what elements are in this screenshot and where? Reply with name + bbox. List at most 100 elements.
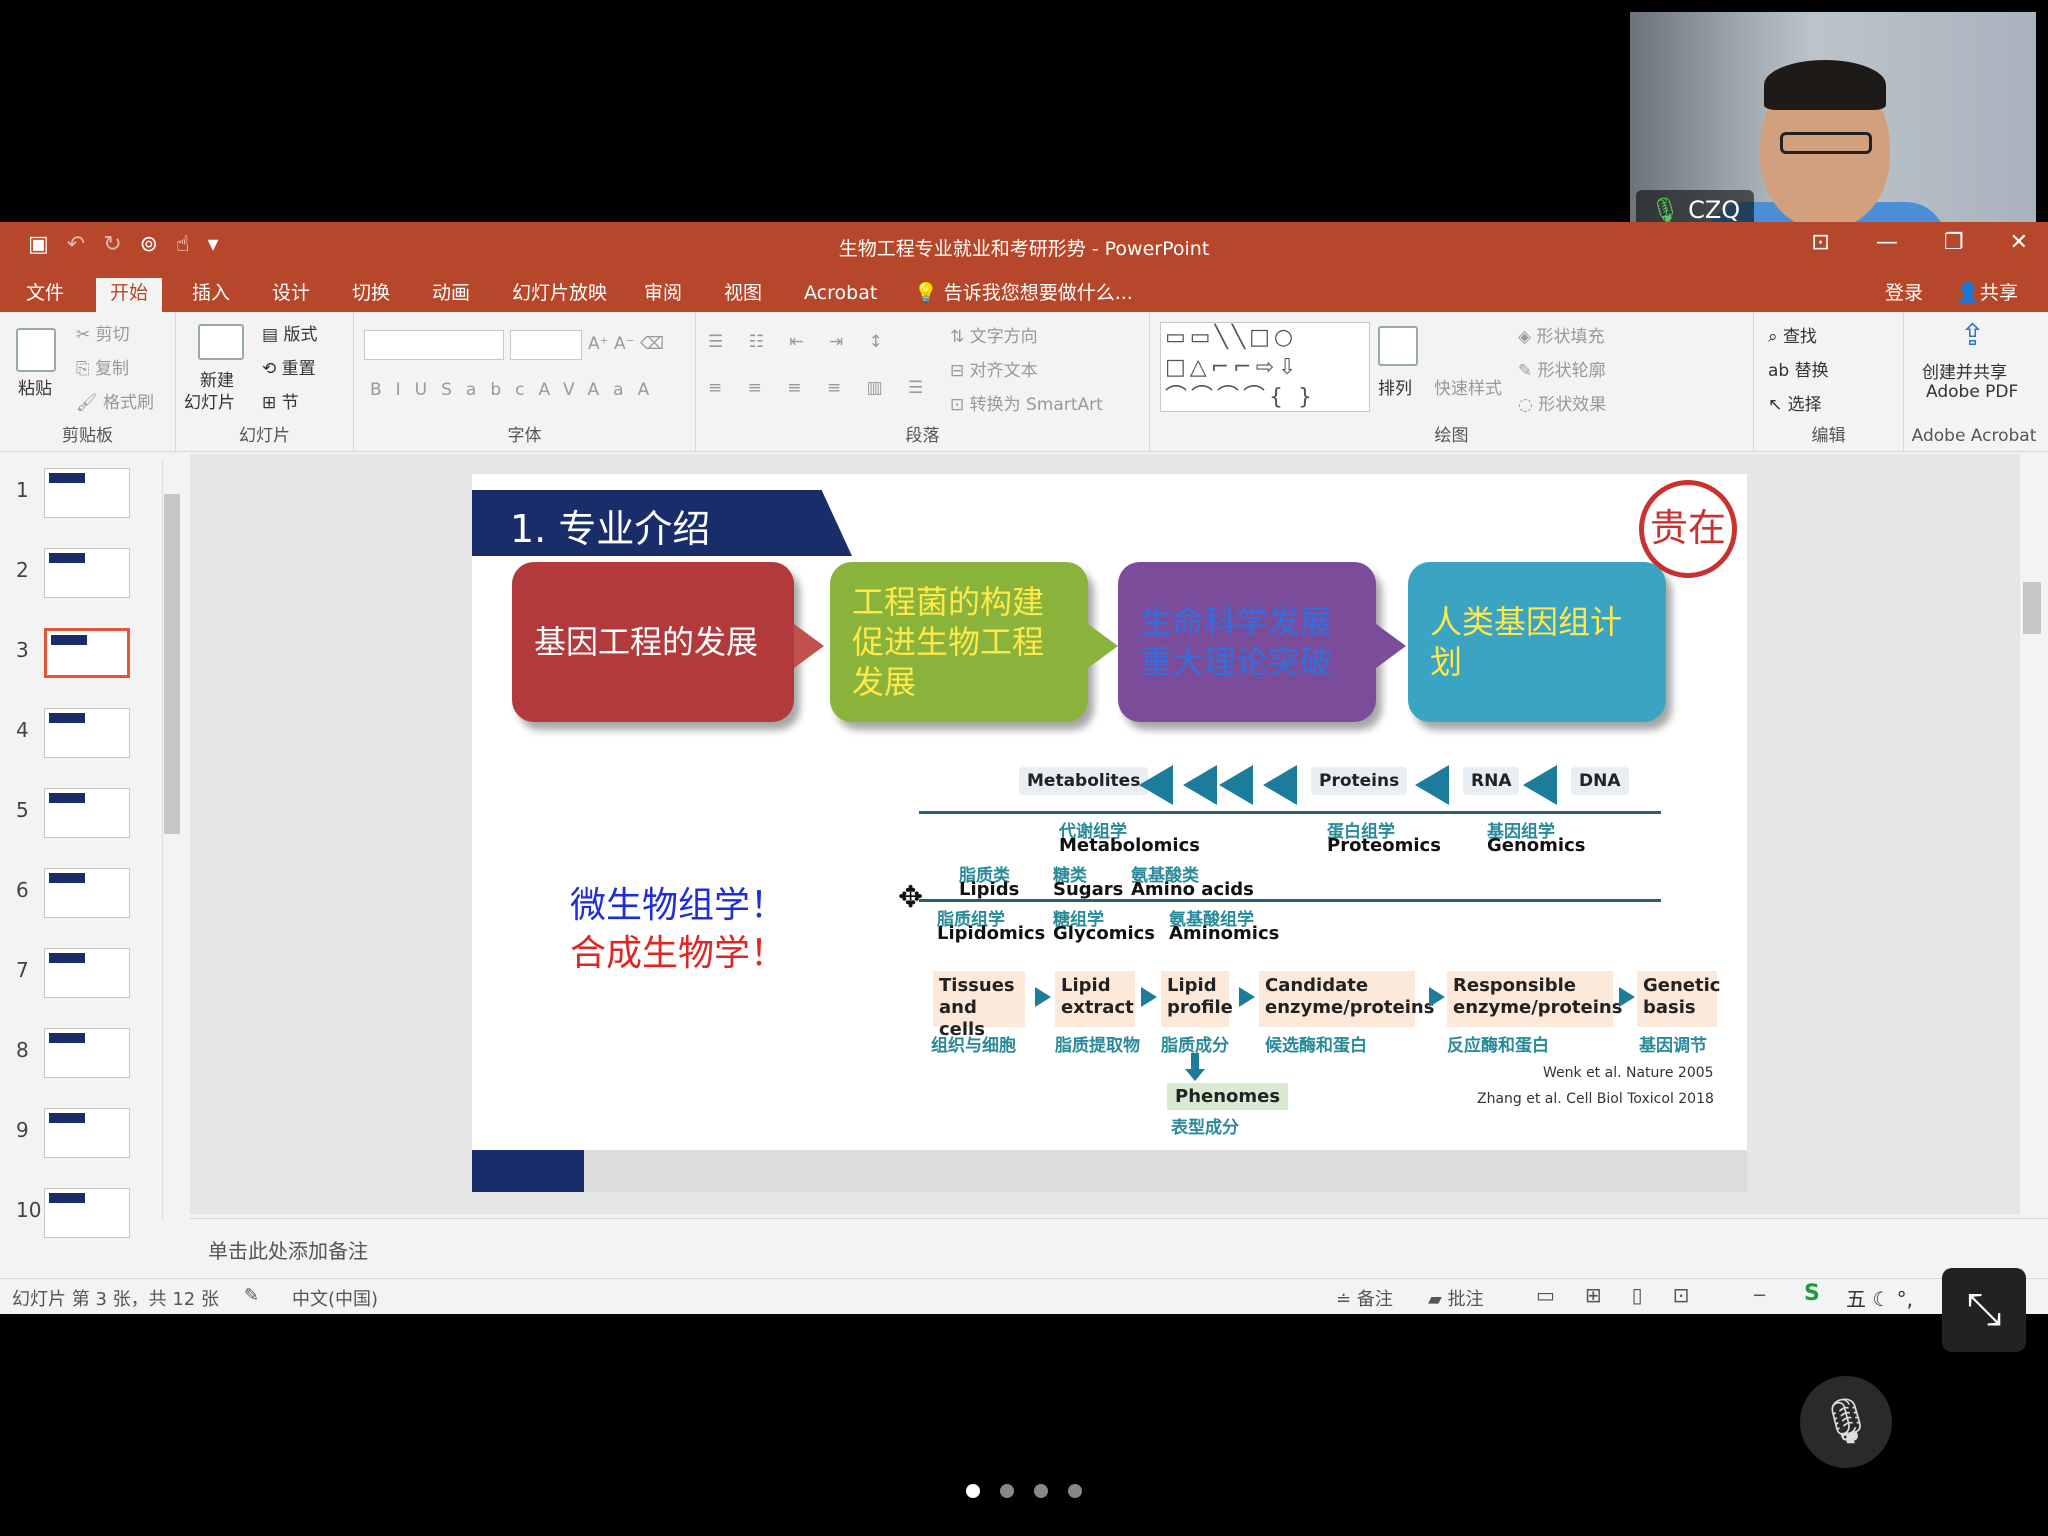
page-dot-1[interactable] (966, 1484, 980, 1498)
tab-home[interactable]: 开始 (96, 278, 163, 312)
reset-button[interactable]: ⟲ 重置 (262, 354, 316, 379)
slide-thumbnail-7[interactable] (44, 948, 130, 998)
font-format-buttons[interactable]: BIUSabcAVAaA (370, 380, 663, 400)
format-painter-button[interactable]: 🖌 格式刷 (76, 388, 154, 413)
tab-transitions[interactable]: 切换 (338, 278, 404, 312)
ime-logo-icon[interactable]: S (1804, 1281, 1820, 1306)
arrange-icon[interactable] (1378, 326, 1418, 366)
minimize-icon[interactable]: — (1876, 230, 1898, 255)
find-button[interactable]: ⌕ 查找 (1768, 322, 1817, 347)
slide-thumbnail-3[interactable] (44, 628, 130, 678)
slide-thumbnail-5[interactable] (44, 788, 130, 838)
group-clipboard: 粘贴 ✂ 剪切 ⎘ 复制 🖌 格式刷 剪贴板 (0, 312, 176, 452)
shape-fill-button[interactable]: ◈ 形状填充 (1518, 322, 1604, 347)
slide-thumbnail-2[interactable] (44, 548, 130, 598)
mic-muted-icon[interactable]: 🎙 (1800, 1376, 1892, 1468)
box-engineered-bacteria: 工程菌的构建促进生物工程发展 (830, 562, 1088, 722)
select-label: 选择 (1787, 395, 1822, 415)
replace-label: 替换 (1794, 361, 1829, 381)
tab-insert[interactable]: 插入 (178, 278, 244, 312)
tab-view[interactable]: 视图 (710, 278, 776, 312)
align-text-button[interactable]: ⊟ 对齐文本 (950, 356, 1038, 381)
font-size-input[interactable] (510, 330, 582, 360)
notes-toggle[interactable]: ≐ 备注 (1336, 1285, 1393, 1311)
notes-pane[interactable]: 单击此处添加备注 (190, 1218, 2048, 1278)
participant-video: 🎙 CZQ (1630, 12, 2036, 238)
page-dot-3[interactable] (1034, 1484, 1048, 1498)
new-slide-icon[interactable] (198, 324, 244, 360)
paint-bucket-icon: ◈ (1518, 327, 1532, 347)
group-font: A⁺ A⁻ ⌫ BIUSabcAVAaA 字体 (354, 312, 696, 452)
pdf-share-icon[interactable]: ⇪ (1960, 318, 1985, 353)
replace-button[interactable]: ab 替换 (1768, 356, 1829, 381)
language-indicator[interactable]: 中文(中国) (292, 1285, 378, 1311)
flow-l1: Genetic (1643, 975, 1721, 996)
tab-slideshow[interactable]: 幻灯片放映 (498, 278, 621, 312)
close-icon[interactable]: ✕ (2010, 230, 2028, 255)
flow-responsible: Responsible enzyme/proteins (1447, 971, 1622, 1027)
notes-placeholder[interactable]: 单击此处添加备注 (208, 1235, 368, 1264)
expand-screen-icon[interactable]: ⤡ (1942, 1268, 2026, 1352)
flow-lipid-extract: Lipid extract (1055, 971, 1135, 1027)
proteomics: Proteomics (1327, 835, 1441, 856)
ribbon-display-icon[interactable]: ⊡ (1811, 230, 1829, 255)
font-label: 字体 (507, 426, 542, 446)
restore-icon[interactable]: ❐ (1944, 230, 1964, 255)
signin-link[interactable]: 登录 (1885, 278, 1923, 305)
slide-scroll-thumb[interactable] (2023, 582, 2041, 634)
shape-effects-button[interactable]: ◌ 形状效果 (1518, 390, 1606, 415)
shape-outline-button[interactable]: ✎ 形状轮廓 (1518, 356, 1606, 381)
align-buttons[interactable]: ≡ ≡ ≡ ≡ ▥ ☰ (708, 378, 933, 398)
zoom-out-icon[interactable]: − (1752, 1285, 1767, 1306)
quick-styles-button[interactable]: 快速样式 (1434, 374, 1502, 399)
ribbon-tabs: 文件 开始 插入 设计 切换 动画 幻灯片放映 审阅 视图 Acrobat 💡 … (0, 272, 2048, 312)
layout-label: 版式 (283, 325, 318, 345)
slide-thumbnail-10[interactable] (44, 1188, 130, 1238)
move-cursor-icon: ✥ (898, 880, 924, 915)
current-slide[interactable]: 1. 专业介绍 贵在 基因工程的发展 工程菌的构建促进生物工程发展 生命科学发展… (472, 474, 1747, 1192)
list-buttons[interactable]: ☰ ☷ ⇤ ⇥ ↕ (708, 332, 893, 352)
view-buttons[interactable]: ▭⊞▯⊡ (1536, 1283, 1719, 1307)
font-name-input[interactable] (364, 330, 504, 360)
group-slides: 新建 幻灯片 ▤ 版式 ⟲ 重置 ⊞ 节 幻灯片 (176, 312, 354, 452)
select-button[interactable]: ↖ 选择 (1768, 390, 1822, 415)
comments-toggle[interactable]: ▰ 批注 (1428, 1285, 1484, 1311)
tab-animations[interactable]: 动画 (418, 278, 484, 312)
slide-scrollbar[interactable] (2020, 454, 2044, 1214)
thumbnail-scroll-thumb[interactable] (164, 494, 180, 834)
tab-design[interactable]: 设计 (258, 278, 324, 312)
font-grow-icon[interactable]: A⁺ A⁻ ⌫ (588, 334, 664, 354)
text-direction-button[interactable]: ⇅ 文字方向 (950, 322, 1038, 347)
tab-review[interactable]: 审阅 (630, 278, 696, 312)
cut-button[interactable]: ✂ 剪切 (76, 320, 130, 345)
shapes-gallery[interactable]: ▭▭╲╲□○ □△⌐⌐⇨⇩ ⌒⌒⌒⌒{ } (1160, 322, 1370, 412)
scissors-icon: ✂ (76, 325, 91, 345)
box-text: 人类基因组计划 (1430, 603, 1623, 681)
section-button[interactable]: ⊞ 节 (262, 388, 299, 413)
spellcheck-icon[interactable]: ✎ (244, 1285, 259, 1306)
page-dot-2[interactable] (1000, 1484, 1014, 1498)
slide-thumbnail-4[interactable] (44, 708, 130, 758)
layout-icon: ▤ (262, 325, 279, 345)
slide-thumbnail-1[interactable] (44, 468, 130, 518)
layout-button[interactable]: ▤ 版式 (262, 320, 317, 345)
page-dot-4[interactable] (1068, 1484, 1082, 1498)
tell-me-search[interactable]: 💡 告诉我您想要做什么... (900, 278, 1147, 312)
smartart-button[interactable]: ⊡ 转换为 SmartArt (950, 390, 1103, 415)
tab-file[interactable]: 文件 (12, 278, 78, 312)
create-pdf-line1[interactable]: 创建并共享 (1922, 358, 2007, 383)
paste-button[interactable]: 粘贴 (18, 374, 52, 399)
copy-icon: ⎘ (76, 359, 90, 379)
slide-thumbnail-6[interactable] (44, 868, 130, 918)
ime-toolbar-icons[interactable]: 五 ☾ °, (1846, 1283, 1913, 1312)
share-button[interactable]: 👤共享 (1956, 278, 2018, 305)
tab-acrobat[interactable]: Acrobat (790, 278, 891, 312)
paste-icon[interactable] (16, 328, 56, 372)
copy-button[interactable]: ⎘ 复制 (76, 354, 129, 379)
slide-thumbnail-8[interactable] (44, 1028, 130, 1078)
slide-thumbnail-9[interactable] (44, 1108, 130, 1158)
participant-hair (1764, 60, 1886, 110)
create-pdf-line2[interactable]: Adobe PDF (1926, 382, 2018, 402)
new-slide-line2[interactable]: 幻灯片 (184, 388, 235, 413)
arrange-button[interactable]: 排列 (1378, 374, 1412, 399)
